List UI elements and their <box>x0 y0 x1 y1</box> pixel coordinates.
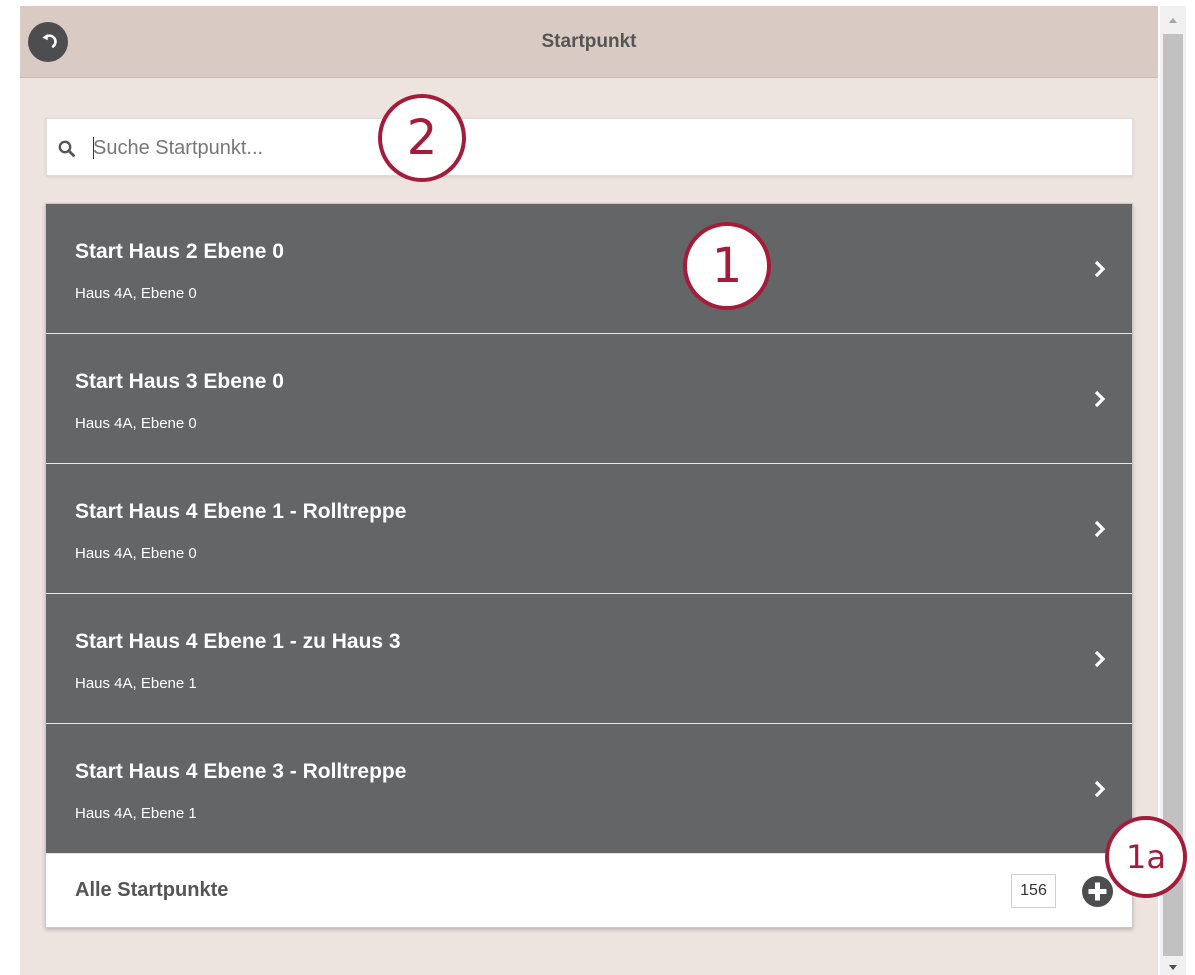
list-item-start-haus-4-ebene-1-rolltreppe[interactable]: Start Haus 4 Ebene 1 - Rolltreppe Haus 4… <box>46 464 1132 594</box>
search-box[interactable] <box>46 118 1133 176</box>
scrollbar-thumb[interactable] <box>1163 34 1183 956</box>
list-item-start-haus-3-ebene-0[interactable]: Start Haus 3 Ebene 0 Haus 4A, Ebene 0 <box>46 334 1132 464</box>
chevron-right-icon <box>1094 650 1106 668</box>
list-item-start-haus-4-ebene-1-zu-haus-3[interactable]: Start Haus 4 Ebene 1 - zu Haus 3 Haus 4A… <box>46 594 1132 724</box>
list-item-subtitle: Haus 4A, Ebene 0 <box>75 545 197 562</box>
all-startpoints-row[interactable]: Alle Startpunkte 156 <box>46 855 1132 927</box>
annotation-callout-2: 2 <box>378 94 466 182</box>
annotation-callout-1a: 1a <box>1105 816 1187 898</box>
plus-circle-icon <box>1088 882 1107 901</box>
list-item-start-haus-4-ebene-3-rolltreppe[interactable]: Start Haus 4 Ebene 3 - Rolltreppe Haus 4… <box>46 724 1132 854</box>
scroll-down-arrow-icon[interactable] <box>1168 964 1178 972</box>
list-item-subtitle: Haus 4A, Ebene 1 <box>75 675 197 692</box>
title-bar: Startpunkt <box>20 6 1158 78</box>
search-input[interactable] <box>93 129 1113 167</box>
chevron-right-icon <box>1094 780 1106 798</box>
list-item-subtitle: Haus 4A, Ebene 0 <box>75 415 197 432</box>
count-badge: 156 <box>1011 874 1056 908</box>
page-title: Startpunkt <box>541 31 637 52</box>
search-icon <box>58 140 75 157</box>
text-caret <box>93 137 94 159</box>
expand-button[interactable] <box>1082 876 1113 907</box>
list-item-title: Start Haus 2 Ebene 0 <box>75 240 284 263</box>
startpoint-list: Start Haus 2 Ebene 0 Haus 4A, Ebene 0 St… <box>45 203 1133 928</box>
list-item-subtitle: Haus 4A, Ebene 0 <box>75 285 197 302</box>
chevron-right-icon <box>1094 520 1106 538</box>
annotation-callout-1: 1 <box>683 222 771 310</box>
chevron-right-icon <box>1094 260 1106 278</box>
list-item-title: Start Haus 4 Ebene 1 - Rolltreppe <box>75 500 407 523</box>
list-item-title: Start Haus 4 Ebene 3 - Rolltreppe <box>75 760 407 783</box>
app-window: Startpunkt Start Haus 2 Ebene 0 Haus 4A,… <box>20 6 1158 975</box>
all-startpoints-label: Alle Startpunkte <box>75 879 229 901</box>
list-item-title: Start Haus 3 Ebene 0 <box>75 370 284 393</box>
list-item-start-haus-2-ebene-0[interactable]: Start Haus 2 Ebene 0 Haus 4A, Ebene 0 <box>46 204 1132 334</box>
list-item-title: Start Haus 4 Ebene 1 - zu Haus 3 <box>75 630 401 653</box>
scroll-up-arrow-icon[interactable] <box>1168 16 1178 24</box>
list-item-subtitle: Haus 4A, Ebene 1 <box>75 805 197 822</box>
chevron-right-icon <box>1094 390 1106 408</box>
